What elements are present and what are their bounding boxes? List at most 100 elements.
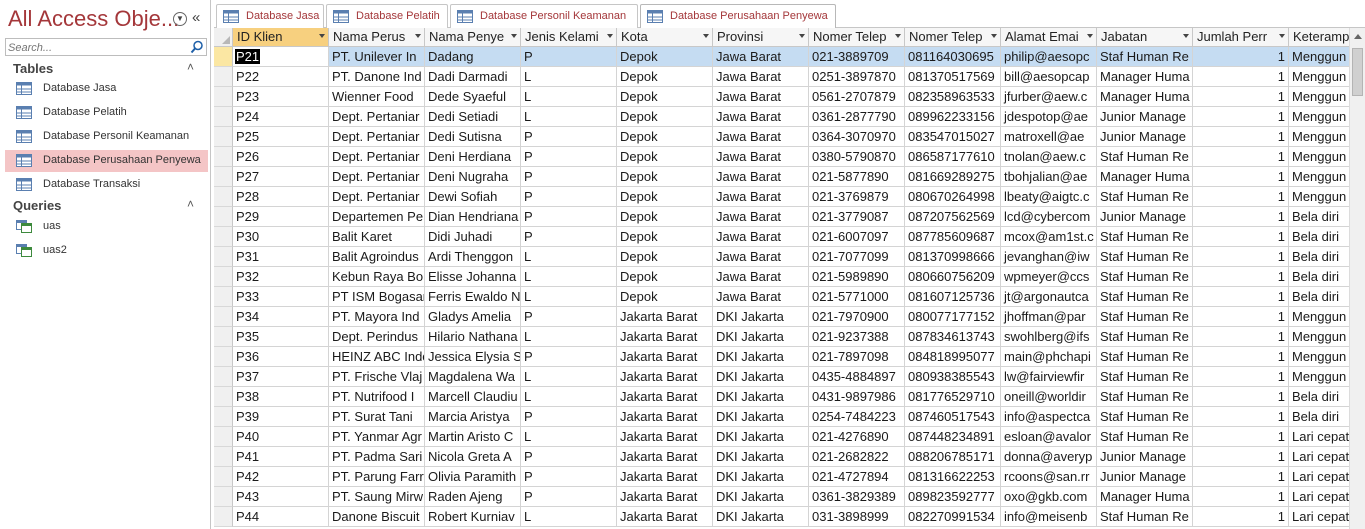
record-selector[interactable]: [214, 127, 233, 147]
table-cell[interactable]: P: [521, 167, 617, 187]
table-cell[interactable]: L: [521, 267, 617, 287]
tab-database-pelatih[interactable]: Database Pelatih: [326, 4, 448, 28]
table-cell[interactable]: 083547015027: [905, 127, 1001, 147]
column-header[interactable]: Jumlah Perr: [1193, 28, 1289, 47]
table-cell[interactable]: Staf Human Re: [1097, 387, 1193, 407]
filter-dropdown-icon[interactable]: [799, 34, 805, 38]
table-cell[interactable]: Manager Huma: [1097, 487, 1193, 507]
table-cell[interactable]: Staf Human Re: [1097, 267, 1193, 287]
table-cell[interactable]: L: [521, 427, 617, 447]
table-cell[interactable]: 021-2682822: [809, 447, 905, 467]
table-cell[interactable]: 1: [1193, 227, 1289, 247]
filter-dropdown-icon[interactable]: [1279, 34, 1285, 38]
table-cell[interactable]: PT. Surat Tani: [329, 407, 425, 427]
nav-title[interactable]: All Access Obje...: [8, 6, 179, 32]
table-cell[interactable]: 0251-3897870: [809, 67, 905, 87]
record-selector[interactable]: [214, 387, 233, 407]
table-cell[interactable]: oxo@gkb.com: [1001, 487, 1097, 507]
table-cell[interactable]: Staf Human Re: [1097, 287, 1193, 307]
table-cell[interactable]: PT ISM Bogasar: [329, 287, 425, 307]
table-cell[interactable]: 087207562569: [905, 207, 1001, 227]
table-cell[interactable]: 089823592777: [905, 487, 1001, 507]
table-cell[interactable]: Jawa Barat: [713, 247, 809, 267]
table-cell[interactable]: Junior Manage: [1097, 447, 1193, 467]
table-cell[interactable]: Dedi Setiadi: [425, 107, 521, 127]
table-cell[interactable]: Robert Kurniav: [425, 507, 521, 527]
table-row[interactable]: P40 PT. Yanmar Agr Martin Aristo C L Jakarta…: [214, 427, 1365, 447]
column-header[interactable]: Jabatan: [1097, 28, 1193, 47]
table-cell[interactable]: Dept. Pertaniar: [329, 167, 425, 187]
table-cell[interactable]: 1: [1193, 367, 1289, 387]
table-cell[interactable]: 0254-7484223: [809, 407, 905, 427]
table-cell[interactable]: Staf Human Re: [1097, 247, 1193, 267]
record-selector[interactable]: [214, 67, 233, 87]
record-selector[interactable]: [214, 107, 233, 127]
table-cell[interactable]: Depok: [617, 207, 713, 227]
vertical-scrollbar[interactable]: [1349, 28, 1365, 529]
table-cell[interactable]: Jakarta Barat: [617, 347, 713, 367]
table-cell[interactable]: Jakarta Barat: [617, 327, 713, 347]
table-cell[interactable]: 087785609687: [905, 227, 1001, 247]
table-cell[interactable]: P: [521, 207, 617, 227]
table-cell[interactable]: Raden Ajeng: [425, 487, 521, 507]
table-cell[interactable]: P36: [233, 347, 329, 367]
table-cell[interactable]: Gladys Amelia: [425, 307, 521, 327]
table-cell[interactable]: Staf Human Re: [1097, 47, 1193, 67]
nav-group-tables[interactable]: Tables ˄: [0, 60, 210, 78]
table-cell[interactable]: Jawa Barat: [713, 207, 809, 227]
table-cell[interactable]: 087834613743: [905, 327, 1001, 347]
table-row[interactable]: P29 Departemen Pe Dian Hendriana P Depok Jawa…: [214, 207, 1365, 227]
table-cell[interactable]: 081370517569: [905, 67, 1001, 87]
table-row[interactable]: P28 Dept. Pertaniar Dewi Sofiah P Depok Jawa …: [214, 187, 1365, 207]
table-row[interactable]: P31 Balit Agroindus Ardi Thenggon L Depok Jaw…: [214, 247, 1365, 267]
select-all-button[interactable]: [214, 28, 233, 47]
table-cell[interactable]: Dept. Pertaniar: [329, 147, 425, 167]
table-cell[interactable]: Depok: [617, 107, 713, 127]
table-cell[interactable]: bill@aesopcap: [1001, 67, 1097, 87]
table-cell[interactable]: 021-5989890: [809, 267, 905, 287]
table-cell[interactable]: Dept. Pertaniar: [329, 187, 425, 207]
table-cell[interactable]: P28: [233, 187, 329, 207]
table-cell[interactable]: 1: [1193, 247, 1289, 267]
table-cell[interactable]: 1: [1193, 487, 1289, 507]
table-row[interactable]: P38 PT. Nutrifood I Marcell Claudiu L Jakart…: [214, 387, 1365, 407]
table-cell[interactable]: DKI Jakarta: [713, 367, 809, 387]
column-header[interactable]: ID Klien: [233, 28, 329, 47]
table-cell[interactable]: 1: [1193, 147, 1289, 167]
table-cell[interactable]: P39: [233, 407, 329, 427]
table-cell[interactable]: Staf Human Re: [1097, 427, 1193, 447]
table-cell[interactable]: 1: [1193, 507, 1289, 527]
table-cell[interactable]: Depok: [617, 247, 713, 267]
table-cell[interactable]: 086587177610: [905, 147, 1001, 167]
table-cell[interactable]: P26: [233, 147, 329, 167]
table-row[interactable]: P36 HEINZ ABC Indo Jessica Elysia S P Jakart…: [214, 347, 1365, 367]
table-cell[interactable]: 1: [1193, 207, 1289, 227]
table-cell[interactable]: Marcia Aristya: [425, 407, 521, 427]
table-row[interactable]: P42 PT. Parung Farr Olivia Paramith P Jakart…: [214, 467, 1365, 487]
table-cell[interactable]: 082358963533: [905, 87, 1001, 107]
table-cell[interactable]: Depok: [617, 47, 713, 67]
table-cell[interactable]: Manager Huma: [1097, 67, 1193, 87]
table-cell[interactable]: 081370998666: [905, 247, 1001, 267]
scroll-up-icon[interactable]: [1354, 34, 1362, 39]
filter-dropdown-icon[interactable]: [991, 34, 997, 38]
table-cell[interactable]: PT. Unilever In: [329, 47, 425, 67]
table-cell[interactable]: Dedi Sutisna: [425, 127, 521, 147]
table-cell[interactable]: P31: [233, 247, 329, 267]
table-row[interactable]: P26 Dept. Pertaniar Deni Herdiana P Depok Jaw…: [214, 147, 1365, 167]
table-cell[interactable]: L: [521, 67, 617, 87]
table-cell[interactable]: PT. Saung Mirw: [329, 487, 425, 507]
tab-database-jasa[interactable]: Database Jasa: [216, 4, 324, 28]
table-cell[interactable]: L: [521, 287, 617, 307]
table-cell[interactable]: DKI Jakarta: [713, 467, 809, 487]
record-selector[interactable]: [214, 187, 233, 207]
table-cell[interactable]: Depok: [617, 127, 713, 147]
table-cell[interactable]: Jawa Barat: [713, 267, 809, 287]
table-cell[interactable]: P35: [233, 327, 329, 347]
column-header[interactable]: Nama Penye: [425, 28, 521, 47]
table-cell[interactable]: 1: [1193, 307, 1289, 327]
table-cell[interactable]: DKI Jakarta: [713, 507, 809, 527]
table-cell[interactable]: L: [521, 327, 617, 347]
table-cell[interactable]: Jakarta Barat: [617, 487, 713, 507]
table-cell[interactable]: wpmeyer@ccs: [1001, 267, 1097, 287]
